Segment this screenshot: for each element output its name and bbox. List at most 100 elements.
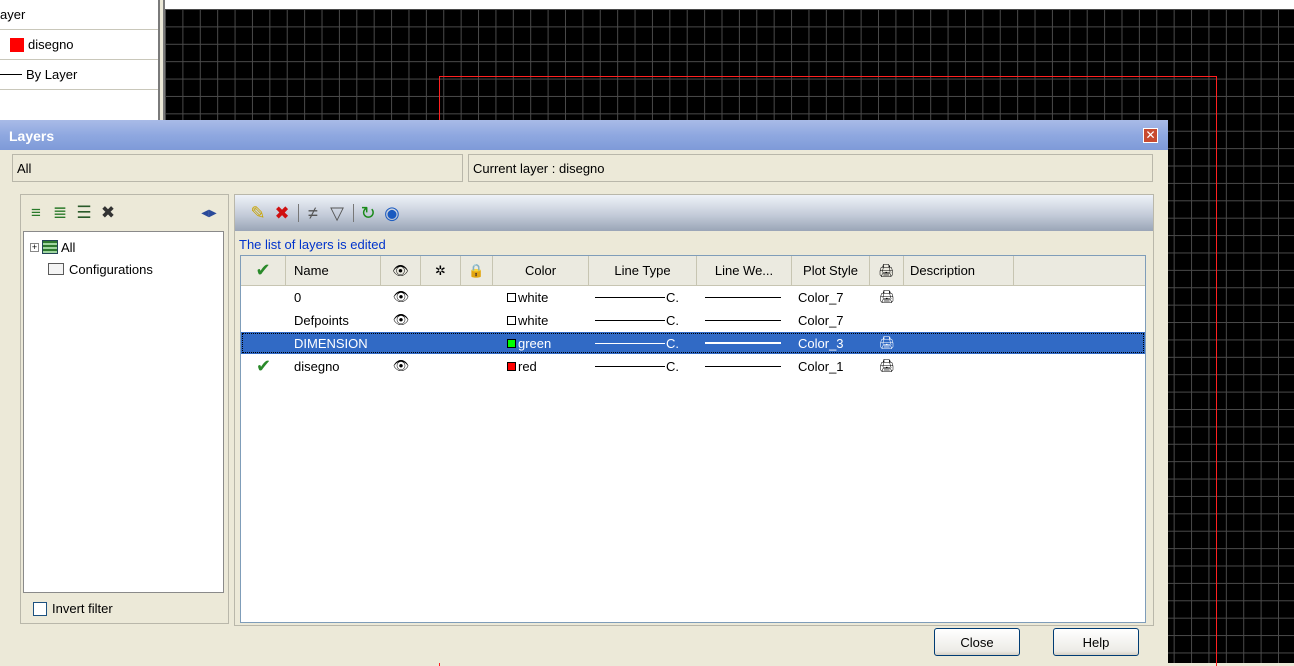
eye-icon[interactable] [381, 332, 421, 354]
color-cell[interactable]: white [493, 286, 589, 308]
eye-icon: 👁 [392, 262, 409, 278]
printer-icon[interactable]: 🖨 [870, 355, 904, 377]
set-current-icon[interactable]: ≠ [302, 202, 324, 224]
plotstyle-cell[interactable]: Color_1 [792, 355, 870, 377]
linetype-column-header[interactable]: Line Type [589, 256, 697, 285]
tree-item-all[interactable]: + All [30, 238, 75, 256]
layers-dialog: Layers ✕ All Current layer : disegno ≡ ≣… [0, 120, 1168, 663]
eye-icon[interactable]: 👁 [381, 286, 421, 308]
description-column-header[interactable]: Description [904, 256, 1014, 285]
filter-text: All [17, 160, 32, 176]
invert-filter-checkbox[interactable] [33, 601, 47, 616]
lineweight-cell[interactable] [697, 332, 792, 354]
new-filter-icon[interactable]: ≡ [25, 202, 47, 224]
new-layer-icon[interactable]: ✎ [247, 202, 269, 224]
delete-layer-icon[interactable]: ✖ [271, 202, 293, 224]
table-row[interactable]: ✔ disegno 👁 red C. Color_1 🖨 [241, 355, 1145, 377]
column-label: Line We... [714, 263, 774, 278]
eye-icon[interactable]: 👁 [381, 309, 421, 331]
column-label: Line Type [614, 263, 671, 278]
plot-column-header[interactable]: 🖨 [870, 256, 904, 285]
layer-toolbar: ✎ ✖ ≠ ▽ ↻ ◉ [235, 195, 1153, 231]
table-row[interactable]: Defpoints 👁 white C. Color_7 [241, 309, 1145, 331]
lock-icon: 🔒 [468, 262, 485, 278]
current-layer-cell[interactable] [241, 332, 286, 354]
color-cell[interactable]: red [493, 355, 589, 377]
description-cell[interactable] [904, 309, 1014, 331]
linetype-cell[interactable]: C. [589, 355, 697, 377]
refresh-icon[interactable]: ↻ [357, 202, 379, 224]
linetype-cell[interactable]: C. [589, 332, 697, 354]
color-column-header[interactable]: Color [493, 256, 589, 285]
properties-panel: ayer disegno By Layer [0, 0, 158, 120]
new-group-filter-icon[interactable]: ≣ [49, 202, 71, 224]
current-layer-cell[interactable] [241, 286, 286, 308]
lineweight-cell[interactable] [697, 286, 792, 308]
linetype-cell[interactable]: C. [589, 309, 697, 331]
freeze-cell[interactable] [421, 355, 461, 377]
filter-properties-icon[interactable]: ☰ [73, 202, 95, 224]
dialog-titlebar[interactable]: Layers ✕ [0, 120, 1168, 150]
collapse-panel-icon[interactable]: ◀▶ [198, 202, 220, 224]
toolbar-separator [353, 204, 354, 222]
lock-cell[interactable] [461, 355, 493, 377]
on-column-header[interactable]: 👁 [381, 256, 421, 285]
layer-name-cell[interactable]: Defpoints [286, 309, 381, 331]
lock-column-header[interactable]: 🔒 [461, 256, 493, 285]
plotstyle-cell[interactable]: Color_7 [792, 286, 870, 308]
layer-table: ✔ Name 👁 ✲ 🔒 Color Line Type Line We... … [240, 255, 1146, 623]
eye-visibility-icon[interactable]: ◉ [381, 202, 403, 224]
layer-name-cell[interactable]: 0 [286, 286, 381, 308]
status-column-header[interactable]: ✔ [241, 256, 286, 285]
plotstyle-cell[interactable]: Color_3 [792, 332, 870, 354]
current-layer-cell[interactable]: ✔ [241, 355, 286, 377]
freeze-icon: ✲ [435, 262, 446, 278]
linetype-select[interactable]: By Layer [0, 60, 158, 90]
invert-filter-row[interactable]: Invert filter [33, 601, 113, 616]
freeze-cell[interactable] [421, 286, 461, 308]
dialog-title: Layers [9, 128, 55, 144]
lock-cell[interactable] [461, 286, 493, 308]
printer-icon[interactable] [870, 309, 904, 331]
lineweight-cell[interactable] [697, 355, 792, 377]
freeze-cell[interactable] [421, 332, 461, 354]
lineweight-cell[interactable] [697, 309, 792, 331]
description-cell[interactable] [904, 355, 1014, 377]
freeze-cell[interactable] [421, 309, 461, 331]
description-cell[interactable] [904, 332, 1014, 354]
tree-item-configurations[interactable]: Configurations [48, 260, 153, 278]
column-label: Color [524, 263, 557, 278]
freeze-column-header[interactable]: ✲ [421, 256, 461, 285]
layer-name-cell[interactable]: DIMENSION [286, 332, 381, 354]
color-name: green [518, 335, 552, 351]
table-row[interactable]: 0 👁 white C. Color_7 🖨 [241, 286, 1145, 308]
color-cell[interactable]: green [493, 332, 589, 354]
filter-field: All [12, 154, 463, 182]
printer-icon[interactable]: 🖨 [870, 332, 904, 354]
eye-icon[interactable]: 👁 [381, 355, 421, 377]
help-button[interactable]: Help [1053, 628, 1139, 656]
plotstyle-column-header[interactable]: Plot Style [792, 256, 870, 285]
close-button[interactable]: Close [934, 628, 1020, 656]
panel-splitter[interactable] [158, 0, 165, 120]
lock-cell[interactable] [461, 309, 493, 331]
filter-tree-panel: ≡ ≣ ☰ ✖ ◀▶ + All Configurations Invert f… [20, 194, 229, 624]
name-column-header[interactable]: Name [286, 256, 381, 285]
linetype-cell[interactable]: C. [589, 286, 697, 308]
color-cell[interactable]: white [493, 309, 589, 331]
delete-filter-icon[interactable]: ✖ [97, 202, 119, 224]
printer-icon[interactable]: 🖨 [870, 286, 904, 308]
close-icon[interactable]: ✕ [1143, 128, 1158, 143]
layer-name-cell[interactable]: disegno [286, 355, 381, 377]
linetype-name: C. [666, 358, 679, 374]
filter-icon[interactable]: ▽ [326, 202, 348, 224]
current-layer-cell[interactable] [241, 309, 286, 331]
plotstyle-cell[interactable]: Color_7 [792, 309, 870, 331]
description-cell[interactable] [904, 286, 1014, 308]
layer-row[interactable]: ayer [0, 0, 158, 30]
table-row[interactable]: DIMENSION green C. Color_3 🖨 [241, 332, 1145, 354]
lineweight-column-header[interactable]: Line We... [697, 256, 792, 285]
lock-cell[interactable] [461, 332, 493, 354]
layer-select[interactable]: disegno [0, 30, 158, 60]
expand-icon[interactable]: + [30, 242, 39, 252]
